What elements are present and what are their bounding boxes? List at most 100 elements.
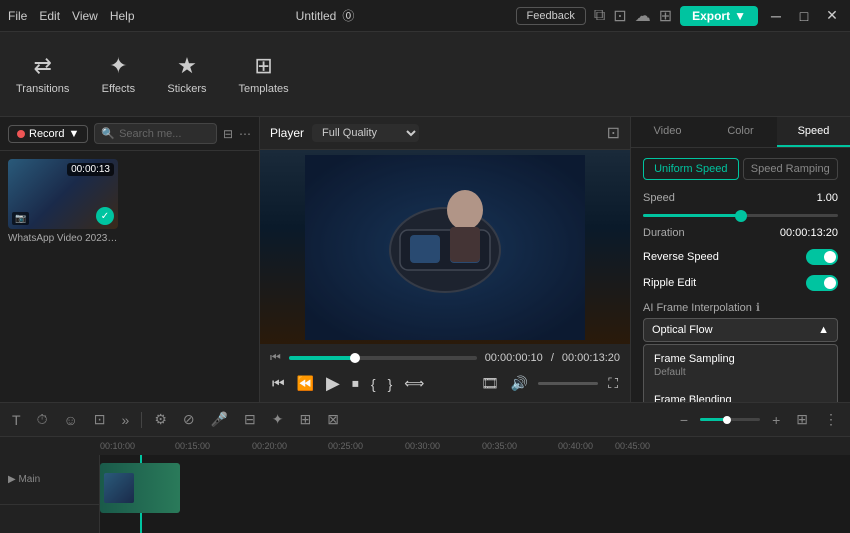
current-time: 00:00:00:10 [485,352,543,364]
list-item[interactable]: 00:00:13 ✓ 📷 WhatsApp Video 2023-10-05..… [8,159,118,244]
cloud-icon[interactable]: ☁ [635,6,651,26]
maximize-button[interactable]: □ [794,6,814,26]
ai-label: AI Frame Interpolation ℹ [643,301,838,314]
timeline-toolbar: T ⏱ ☺ ⊡ » ⚙ ⊘ 🎤 ⊟ ✦ ⊞ ⊠ − + ⊞ ⋮ [0,403,850,437]
grid-view-button[interactable]: ⊞ [792,409,812,430]
player-controls: ⏮ 00:00:00:10 / 00:00:13:20 ⏮ ⏪ ▶ ⏹ { } … [260,344,630,402]
search-icon: 🔍 [101,127,115,140]
quality-select[interactable]: Full Quality Half Quality Quarter Qualit… [312,124,419,142]
speed-slider-row [643,214,838,217]
dropdown-chevron: ▲ [818,324,829,336]
ai-info-icon[interactable]: ℹ [756,301,760,314]
toolbar-effects[interactable]: ✦ Effects [93,47,143,101]
time-separator: / [551,352,554,364]
volume-slider[interactable] [538,382,598,385]
ripple-edit-knob [824,277,836,289]
expand-icon[interactable]: ⊡ [607,123,620,143]
settings-button[interactable]: ⚙ [150,409,171,430]
detach-button[interactable]: ⊟ [240,409,260,430]
grid-icon[interactable]: ⊞ [659,6,672,26]
screenshot-button[interactable]: 🎞 [479,373,501,394]
tab-color[interactable]: Color [704,117,777,147]
timeline-content[interactable] [100,455,850,533]
interpolation-dropdown[interactable]: Optical Flow ▲ [643,318,838,342]
ai-label-text: AI Frame Interpolation [643,302,752,314]
titlebar-center: Untitled ⓪ [296,7,355,24]
ruler-mark-0: 00:10:00 [100,441,135,451]
minimize-button[interactable]: ─ [766,6,786,26]
ripple-edit-label: Ripple Edit [643,277,696,289]
delete-button[interactable]: ⊠ [323,409,343,430]
keyframe-button[interactable]: ⏱ [33,409,52,430]
more-tools-button[interactable]: » [118,410,134,430]
split-button[interactable]: ⟺ [402,373,426,394]
toolbar-templates[interactable]: ⊞ Templates [231,47,297,101]
volume-button[interactable]: 🔊 [509,373,530,394]
more-icon[interactable]: ⋯ [239,127,251,141]
ruler-mark-6: 00:40:00 [558,441,593,451]
timeline-ruler: 00:10:00 00:15:00 00:20:00 00:25:00 00:3… [0,437,850,455]
play-button[interactable]: ▶ [324,371,342,396]
stickers-icon: ★ [177,53,197,79]
sub-tab-ramping[interactable]: Speed Ramping [743,158,839,180]
layout-icon[interactable]: ⧉ [594,7,605,25]
menu-help[interactable]: Help [110,9,135,23]
mark-in-button[interactable]: { [369,374,378,394]
feedback-button[interactable]: Feedback [516,7,586,25]
zoom-in-button[interactable]: + [768,410,784,430]
mark-out-button[interactable]: } [386,374,395,394]
mask-button[interactable]: ⊘ [179,409,199,430]
ruler-mark-1: 00:15:00 [175,441,210,451]
mic-button[interactable]: 🎤 [207,409,232,430]
media-duration: 00:00:13 [67,163,114,176]
dropdown-item-frame-sampling[interactable]: Frame Sampling Default [644,345,837,386]
menu-file[interactable]: File [8,9,27,23]
duration-value: 00:00:13:20 [780,227,838,239]
main-area: Record ▼ 🔍 Search me... ⊟ ⋯ 00:00:13 ✓ 📷… [0,117,850,402]
export-button[interactable]: Export ▼ [680,6,758,26]
toolbar-stickers[interactable]: ★ Stickers [159,47,214,101]
record-label: Record [29,128,64,140]
record-dot [17,130,25,138]
caption-button[interactable]: ⊡ [90,409,110,430]
record-button[interactable]: Record ▼ [8,125,88,143]
zoom-out-button[interactable]: − [676,410,692,430]
menu-view[interactable]: View [72,9,98,23]
zoom-slider[interactable] [700,418,760,421]
sub-tab-uniform[interactable]: Uniform Speed [643,158,739,180]
tab-speed[interactable]: Speed [777,117,850,147]
speed-slider[interactable] [643,214,838,217]
toolbar-transitions[interactable]: ⇄ Transitions [8,47,77,101]
stop-button[interactable]: ⏹ [350,373,361,394]
speed-thumb [735,210,747,222]
filter-icon[interactable]: ⊟ [223,127,233,141]
reverse-speed-toggle[interactable] [806,249,838,265]
speed-sub-tabs: Uniform Speed Speed Ramping [643,158,838,180]
search-placeholder: Search me... [119,128,181,140]
crop-button[interactable]: ⊞ [296,409,316,430]
progress-track[interactable] [289,356,477,360]
left-panel-header: Record ▼ 🔍 Search me... ⊟ ⋯ [0,117,259,151]
skip-back-button[interactable]: ⏮ [270,373,287,394]
frame-back-button[interactable]: ⏪ [295,373,316,394]
tab-video[interactable]: Video [631,117,704,147]
effects-icon: ✦ [109,53,127,79]
text-tool-button[interactable]: T [8,410,25,430]
more-options-button[interactable]: ⋮ [820,409,842,430]
close-button[interactable]: ✕ [822,6,842,26]
duration-label: Duration [643,227,685,239]
dropdown-menu: Frame Sampling Default Frame Blending Fa… [643,344,838,402]
timeline-clip[interactable] [100,463,180,513]
sticker-tool-button[interactable]: ☺ [59,410,81,430]
dropdown-item-frame-blending[interactable]: Frame Blending Faster but lower quality [644,386,837,402]
reverse-speed-row: Reverse Speed [643,249,838,265]
media-grid: 00:00:13 ✓ 📷 WhatsApp Video 2023-10-05..… [0,151,259,252]
menu-edit[interactable]: Edit [39,9,60,23]
reverse-speed-label: Reverse Speed [643,251,719,263]
effect-tool-button[interactable]: ✦ [268,409,288,430]
fullscreen-button[interactable]: ⛶ [606,373,620,394]
restore-icon[interactable]: ⊡ [613,6,626,26]
titlebar-right: Feedback ⧉ ⊡ ☁ ⊞ Export ▼ ─ □ ✕ [516,6,842,26]
ripple-edit-toggle[interactable] [806,275,838,291]
zoom-control [700,418,760,421]
